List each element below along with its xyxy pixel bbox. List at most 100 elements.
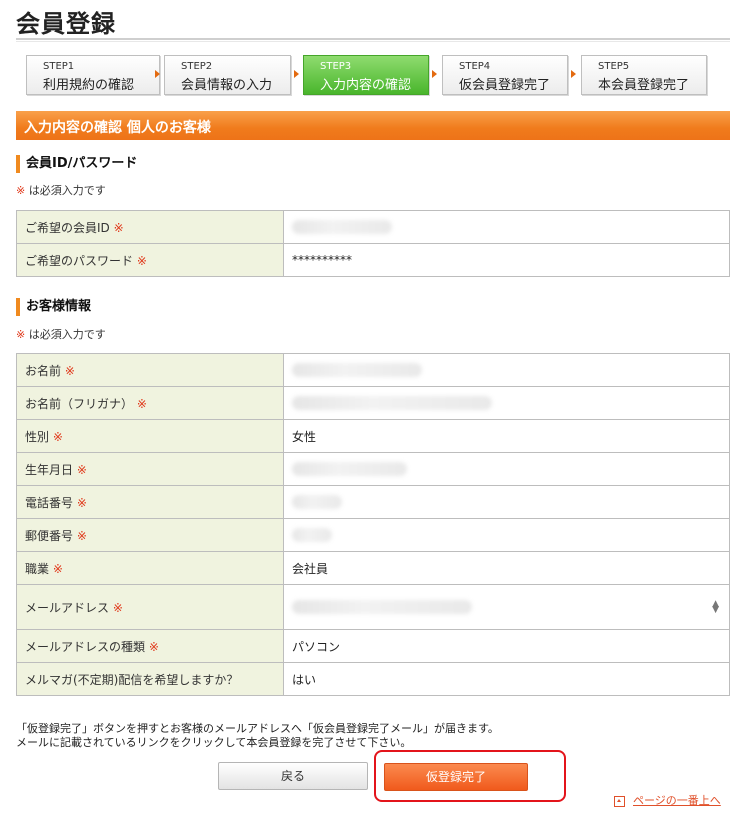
field-label: メールアドレス ※ <box>16 584 284 630</box>
step-2: STEP2 会員情報の入力 <box>164 55 291 95</box>
redacted-value <box>292 363 422 378</box>
arrow-up-icon <box>614 795 625 807</box>
field-value <box>283 518 730 552</box>
required-note: ※ は必須入力です <box>16 326 106 342</box>
required-mark: ※ <box>148 639 159 654</box>
page-title: 会員登録 <box>16 10 116 38</box>
field-label: 郵便番号 ※ <box>16 518 284 552</box>
section-header: 入力内容の確認 個人のお客様 <box>16 111 730 140</box>
step-arrow-icon <box>571 70 576 78</box>
table-row: ご希望の会員ID ※ <box>16 210 730 244</box>
field-value <box>283 485 730 519</box>
table-row: ご希望のパスワード ※ ********** <box>16 243 730 277</box>
label-text: 性別 <box>25 429 50 444</box>
label-text: ご希望の会員ID <box>25 220 110 235</box>
redacted-value <box>292 462 407 477</box>
required-note-text: は必須入力です <box>25 184 106 197</box>
label-text: 生年月日 <box>25 462 74 477</box>
field-label: ご希望のパスワード ※ <box>16 243 284 277</box>
table-row: 性別 ※ 女性 <box>16 419 730 453</box>
field-label: 電話番号 ※ <box>16 485 284 519</box>
title-divider-shadow <box>16 41 730 42</box>
label-text: お名前（フリガナ） <box>25 396 134 411</box>
title-divider <box>16 38 730 40</box>
field-value: パソコン <box>283 629 730 663</box>
field-value: ********** <box>283 243 730 277</box>
step-label: 会員情報の入力 <box>181 78 273 93</box>
account-table: ご希望の会員ID ※ ご希望のパスワード ※ ********** <box>16 210 730 277</box>
required-mark: ※ <box>113 220 124 235</box>
required-mark: ※ <box>76 528 87 543</box>
table-row: 郵便番号 ※ <box>16 518 730 552</box>
field-value: 女性 <box>283 419 730 453</box>
step-number: STEP3 <box>320 61 352 72</box>
step-label: 入力内容の確認 <box>320 78 412 93</box>
table-row: お名前 ※ <box>16 353 730 387</box>
field-value <box>283 452 730 486</box>
field-value <box>283 353 730 387</box>
label-text: メールアドレスの種類 <box>25 639 146 654</box>
value-text: 女性 <box>292 429 317 444</box>
required-mark: ※ <box>16 328 26 341</box>
required-mark: ※ <box>52 429 63 444</box>
step-number: STEP4 <box>459 61 491 72</box>
customer-table: お名前 ※ お名前（フリガナ） ※ 性別 ※ 女性 生年月日 ※ 電話番号 ※ … <box>16 353 730 696</box>
redacted-value <box>292 495 342 510</box>
step-number: STEP2 <box>181 61 213 72</box>
required-mark: ※ <box>52 561 63 576</box>
value-text: はい <box>292 672 317 687</box>
customer-heading: お客様情報 <box>16 298 91 316</box>
step-3-active: STEP3 入力内容の確認 <box>303 55 429 95</box>
step-arrow-icon <box>294 70 299 78</box>
field-value: はい <box>283 662 730 696</box>
table-row: 電話番号 ※ <box>16 485 730 519</box>
section-title: 入力内容の確認 個人のお客様 <box>24 120 211 136</box>
table-row: 職業 ※ 会社員 <box>16 551 730 585</box>
required-mark: ※ <box>136 253 147 268</box>
step-number: STEP1 <box>43 61 75 72</box>
field-value <box>283 210 730 244</box>
spinner-icon[interactable]: ▲ ▼ <box>712 600 719 615</box>
table-row: メルマガ(不定期)配信を希望しますか？ はい <box>16 662 730 696</box>
field-label: 生年月日 ※ <box>16 452 284 486</box>
required-note: ※ は必須入力です <box>16 182 106 198</box>
required-mark: ※ <box>136 396 147 411</box>
value-text: パソコン <box>292 639 341 654</box>
field-value <box>283 386 730 420</box>
confirmation-notice: 「仮登録完了」ボタンを押すとお客様のメールアドレスへ「仮会員登録完了メール」が届… <box>16 722 499 750</box>
label-text: 電話番号 <box>25 495 74 510</box>
table-row: メールアドレス ※ ▲ ▼ <box>16 584 730 630</box>
step-label: 利用規約の確認 <box>43 78 135 93</box>
required-mark: ※ <box>112 600 123 615</box>
redacted-value <box>292 220 392 235</box>
field-label: ご希望の会員ID ※ <box>16 210 284 244</box>
field-label: お名前（フリガナ） ※ <box>16 386 284 420</box>
field-label: 職業 ※ <box>16 551 284 585</box>
redacted-value <box>292 600 472 615</box>
step-progress: STEP1 利用規約の確認 STEP2 会員情報の入力 STEP3 入力内容の確… <box>26 55 716 97</box>
field-label: お名前 ※ <box>16 353 284 387</box>
field-value[interactable]: ▲ ▼ <box>283 584 730 630</box>
step-4: STEP4 仮会員登録完了 <box>442 55 568 95</box>
notice-line-1: 「仮登録完了」ボタンを押すとお客様のメールアドレスへ「仮会員登録完了メール」が届… <box>16 722 499 735</box>
label-text: 郵便番号 <box>25 528 74 543</box>
table-row: 生年月日 ※ <box>16 452 730 486</box>
required-mark: ※ <box>16 184 26 197</box>
required-note-text: は必須入力です <box>25 328 106 341</box>
required-mark: ※ <box>76 495 87 510</box>
label-text: メルマガ(不定期)配信を希望しますか？ <box>25 672 239 687</box>
back-to-top-link[interactable]: ページの一番上へ <box>614 792 721 808</box>
back-to-top-label: ページの一番上へ <box>633 794 721 807</box>
value-text: 会社員 <box>292 561 329 576</box>
step-1: STEP1 利用規約の確認 <box>26 55 160 95</box>
table-row: メールアドレスの種類 ※ パソコン <box>16 629 730 663</box>
table-row: お名前（フリガナ） ※ <box>16 386 730 420</box>
required-mark: ※ <box>64 363 75 378</box>
label-text: お名前 <box>25 363 62 378</box>
step-5: STEP5 本会員登録完了 <box>581 55 707 95</box>
highlight-box <box>374 750 566 802</box>
back-button[interactable]: 戻る <box>218 762 368 790</box>
field-label: メールアドレスの種類 ※ <box>16 629 284 663</box>
step-label: 本会員登録完了 <box>598 78 690 93</box>
label-text: ご希望のパスワード <box>25 253 134 268</box>
